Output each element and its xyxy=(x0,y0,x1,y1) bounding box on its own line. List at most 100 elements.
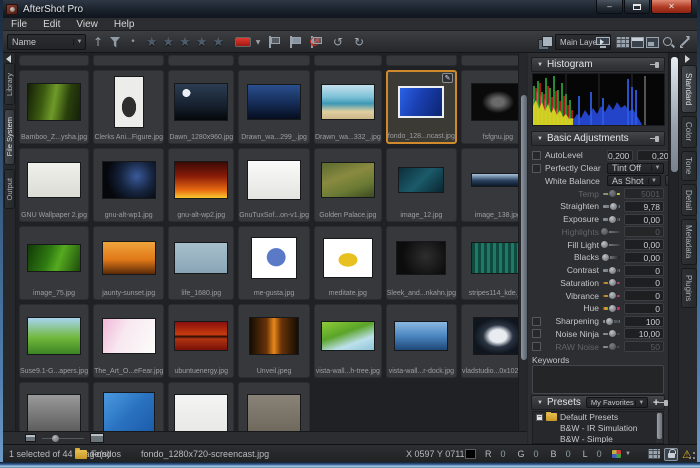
thumbnail-cell[interactable]: ✎ xyxy=(19,55,89,66)
small-thumbnails-icon[interactable] xyxy=(25,434,36,442)
adjustment-checkbox[interactable] xyxy=(532,329,541,338)
perfectly-clear-dropdown[interactable]: Tint Off ▼ xyxy=(607,163,664,174)
pin-icon[interactable] xyxy=(650,135,660,143)
presets-favorites-dropdown[interactable]: My Favorites ▼ xyxy=(586,397,648,408)
single-view-button[interactable] xyxy=(630,34,645,50)
slider-knob[interactable] xyxy=(609,202,618,211)
flag-button[interactable] xyxy=(266,34,280,50)
maximize-button[interactable] xyxy=(624,0,650,14)
slider-knob[interactable] xyxy=(605,317,614,326)
adjustment-value[interactable]: 0 xyxy=(624,226,664,237)
color-label-dropdown[interactable]: ▼ xyxy=(253,34,263,50)
right-tab[interactable]: Tone xyxy=(681,151,697,181)
thumbnail-cell[interactable]: ✎ xyxy=(386,55,457,66)
star-icon[interactable]: ★ xyxy=(179,34,191,50)
adjustment-checkbox[interactable] xyxy=(532,342,541,351)
star-icon[interactable]: ★ xyxy=(146,34,158,50)
adjustment-value[interactable]: 9,78 xyxy=(624,201,664,212)
thumbnail-cell[interactable]: ✎ Bamboo_Z...ysha.jpg xyxy=(19,70,89,144)
adjustment-value[interactable]: 0 xyxy=(624,277,664,288)
thumbnail-cell[interactable]: ✎ me-gusta.jpg xyxy=(238,226,310,300)
thumbnail-cell[interactable]: ✎ image_75.jpg xyxy=(19,226,89,300)
star-icon[interactable]: ★ xyxy=(196,34,208,50)
thumbnail-cell[interactable]: ✎ Sleek_and...nkahn.jpg xyxy=(386,226,457,300)
thumbnail-cell[interactable]: ✎ GnuTuxSof...on-v1.jpg xyxy=(238,148,310,222)
lock-toggle-button[interactable] xyxy=(664,448,678,461)
thumbnail-cell[interactable]: ✎ xyxy=(238,382,310,431)
thumbnail-cell[interactable]: ✎ The_Art_O...eFear.jpg xyxy=(93,304,164,378)
thumbnail-cell[interactable]: ✎ xyxy=(461,55,518,66)
preview-view-button[interactable] xyxy=(645,34,660,50)
thumbnail-cell[interactable]: ✎ xyxy=(168,382,234,431)
thumbnail-cell[interactable]: ✎ gnu-alt-wp2.jpg xyxy=(168,148,234,222)
basic-adjustments-section-header[interactable]: ▼ Basic Adjustments xyxy=(531,131,665,146)
adjustment-slider[interactable] xyxy=(603,329,620,339)
slider-knob[interactable] xyxy=(608,291,617,300)
adjustment-value[interactable]: 0 xyxy=(624,265,664,276)
adjustment-slider[interactable] xyxy=(603,265,620,275)
slider-knob[interactable] xyxy=(608,215,617,224)
right-tab[interactable]: Metadata xyxy=(681,219,697,265)
adjustment-slider[interactable] xyxy=(603,278,620,288)
collapse-icon[interactable]: ▼ xyxy=(537,400,543,406)
zoom-tool-button[interactable] xyxy=(661,34,676,50)
layers-button[interactable] xyxy=(537,34,552,50)
slider-knob[interactable] xyxy=(608,304,617,313)
current-folder[interactable]: Fondos xyxy=(91,449,121,459)
thumbnail-size-knob[interactable] xyxy=(52,435,59,442)
thumbnail-cell[interactable]: ✎ xyxy=(19,382,89,431)
thumbnail-cell[interactable]: ✎ xyxy=(314,55,382,66)
adjustment-slider[interactable] xyxy=(603,214,620,224)
slider-knob[interactable] xyxy=(600,227,609,236)
grid-scrollbar-thumb[interactable] xyxy=(521,95,527,360)
right-tab[interactable]: Detail xyxy=(681,184,697,216)
thumbnail-cell[interactable]: ✎ Golden Palace.jpg xyxy=(314,148,382,222)
thumbnail-view-button[interactable] xyxy=(615,34,630,50)
thumbnail-cell[interactable]: ✎ xyxy=(93,55,164,66)
title-bar[interactable]: AfterShot Pro – ✕ xyxy=(0,0,700,18)
right-tab[interactable]: Plugins xyxy=(681,268,697,308)
rating-none-button[interactable]: • xyxy=(129,34,137,50)
thumbnail-cell[interactable]: ✎ Drawn_wa...299_.jpg xyxy=(238,70,310,144)
color-label-button[interactable] xyxy=(234,34,252,50)
collapse-icon[interactable]: ▼ xyxy=(537,62,543,68)
large-thumbnails-icon[interactable] xyxy=(90,433,104,443)
rotate-left-button[interactable]: ↺ xyxy=(331,34,345,50)
presets-scrollbar[interactable] xyxy=(656,412,663,443)
thumbnail-cell[interactable]: ✎ Clerks Ani...Figure.jpg xyxy=(93,70,164,144)
menu-item[interactable]: Edit xyxy=(43,19,60,30)
flag-reject-button[interactable] xyxy=(308,34,322,50)
slider-knob[interactable] xyxy=(608,278,617,287)
thumbnail-cell[interactable]: ✎ image_12.jpg xyxy=(386,148,457,222)
adjustment-value[interactable]: 5001 xyxy=(624,188,664,199)
right-tab[interactable]: Color xyxy=(681,116,697,148)
collapse-right-panel-icon[interactable] xyxy=(685,55,690,63)
autolevel-checkbox[interactable] xyxy=(532,151,541,160)
presets-scrollbar-thumb[interactable] xyxy=(657,413,662,439)
right-tab[interactable]: Standard xyxy=(681,65,697,113)
tree-expander-icon[interactable]: − xyxy=(536,414,543,421)
adjustment-value[interactable]: 50 xyxy=(624,341,664,352)
perfectly-clear-checkbox[interactable] xyxy=(532,164,541,173)
adjustment-value[interactable]: 100 xyxy=(624,316,664,327)
collapse-left-panel-icon[interactable] xyxy=(6,55,11,63)
thumbnail-cell[interactable]: ✎ life_1680.jpg xyxy=(168,226,234,300)
thumbnail-cell[interactable]: ✎ Dawn_1280x960.jpg xyxy=(168,70,234,144)
histogram-section-header[interactable]: ▼ Histogram xyxy=(531,57,665,72)
adjustment-value[interactable]: 0,00 xyxy=(624,214,664,225)
left-tab[interactable]: Output xyxy=(4,169,15,209)
pin-icon[interactable] xyxy=(659,399,660,407)
fit-view-button[interactable] xyxy=(677,34,692,50)
close-button[interactable]: ✕ xyxy=(651,0,692,14)
preset-item[interactable]: − B&W - Simple xyxy=(533,433,663,444)
resize-grip[interactable] xyxy=(686,451,696,461)
left-tab[interactable]: File System xyxy=(4,109,15,165)
menu-item[interactable]: File xyxy=(11,19,27,30)
thumbnail-cell[interactable]: ✎ stripes114_kde.jpg xyxy=(461,226,518,300)
collapse-icon[interactable]: ▼ xyxy=(537,136,543,142)
adjustment-value[interactable]: 0,00 xyxy=(624,252,664,263)
minimize-button[interactable]: – xyxy=(596,0,623,14)
thumbnail-cell[interactable]: ✎ Unveil.jpeg xyxy=(238,304,310,378)
adjustment-value[interactable]: 0 xyxy=(624,303,664,314)
menu-item[interactable]: Help xyxy=(114,19,135,30)
